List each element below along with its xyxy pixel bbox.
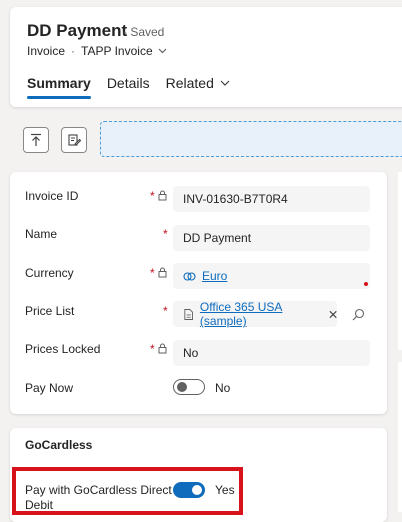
upload-icon bbox=[31, 133, 41, 146]
required-marker: * bbox=[150, 266, 155, 280]
pay-now-value: No bbox=[215, 381, 231, 395]
edit-form-button[interactable] bbox=[61, 127, 87, 153]
record-title: DD Payment bbox=[27, 21, 128, 40]
required-marker: * bbox=[163, 304, 168, 318]
prices-locked-value: No bbox=[183, 346, 199, 360]
required-marker: * bbox=[150, 189, 155, 203]
adjacent-card-edge bbox=[398, 362, 402, 512]
required-marker: * bbox=[163, 227, 168, 241]
currency-link[interactable]: Euro bbox=[202, 269, 227, 283]
record-header: DD Payment - Saved Invoice · TAPP Invoic… bbox=[10, 7, 402, 107]
document-icon bbox=[184, 308, 193, 320]
tab-related[interactable]: Related bbox=[166, 75, 230, 99]
pay-now-label: Pay Now bbox=[25, 381, 74, 395]
tab-details[interactable]: Details bbox=[107, 75, 150, 99]
chevron-down-icon bbox=[220, 80, 230, 86]
upload-button[interactable] bbox=[23, 127, 49, 153]
close-icon[interactable] bbox=[329, 310, 337, 319]
prices-locked-label: Prices Locked bbox=[25, 342, 101, 356]
drop-zone[interactable] bbox=[100, 121, 402, 157]
tab-details-label: Details bbox=[106, 75, 150, 91]
red-dot-marker bbox=[364, 282, 368, 286]
tab-summary[interactable]: Summary bbox=[27, 75, 91, 99]
form-selector-label: TAPP Invoice bbox=[81, 44, 153, 58]
lock-icon bbox=[158, 267, 167, 278]
search-icon[interactable] bbox=[352, 308, 365, 321]
invoice-id-field[interactable]: INV-01630-B7T0R4 bbox=[173, 186, 370, 212]
name-field[interactable]: DD Payment bbox=[173, 225, 370, 251]
breadcrumb-entity: Invoice bbox=[27, 44, 66, 58]
adjacent-card-edge bbox=[398, 172, 402, 350]
invoice-id-value: INV-01630-B7T0R4 bbox=[183, 192, 288, 206]
breadcrumb-separator: · bbox=[71, 44, 76, 58]
name-label: Name bbox=[25, 227, 58, 241]
prices-locked-field[interactable]: No bbox=[173, 340, 370, 366]
gocardless-section-title: GoCardless bbox=[25, 438, 93, 452]
tab-list: Summary Details Related bbox=[27, 75, 246, 99]
currency-icon bbox=[183, 271, 196, 281]
saved-status: - Saved bbox=[123, 25, 165, 39]
currency-label: Currency bbox=[25, 266, 74, 280]
currency-field[interactable]: Euro bbox=[173, 263, 370, 289]
tab-summary-label: Summary bbox=[27, 75, 91, 91]
price-list-label: Price List bbox=[25, 304, 75, 318]
tab-related-label: Related bbox=[165, 75, 214, 91]
chevron-down-icon bbox=[158, 48, 167, 54]
form-selector[interactable]: TAPP Invoice bbox=[81, 44, 167, 58]
breadcrumb: Invoice · TAPP Invoice bbox=[27, 44, 167, 58]
price-list-link[interactable]: Office 365 USA (sample) bbox=[200, 300, 320, 328]
toggle-knob bbox=[177, 382, 187, 392]
name-value: DD Payment bbox=[183, 231, 252, 245]
required-marker: * bbox=[150, 342, 155, 356]
annotation-highlight-box bbox=[12, 467, 243, 515]
edit-form-icon bbox=[68, 134, 81, 146]
lock-icon bbox=[158, 343, 167, 354]
pay-now-toggle[interactable] bbox=[173, 379, 205, 395]
price-list-field[interactable]: Office 365 USA (sample) bbox=[173, 300, 337, 328]
invoice-id-label: Invoice ID bbox=[25, 189, 79, 203]
lock-icon bbox=[158, 190, 167, 201]
